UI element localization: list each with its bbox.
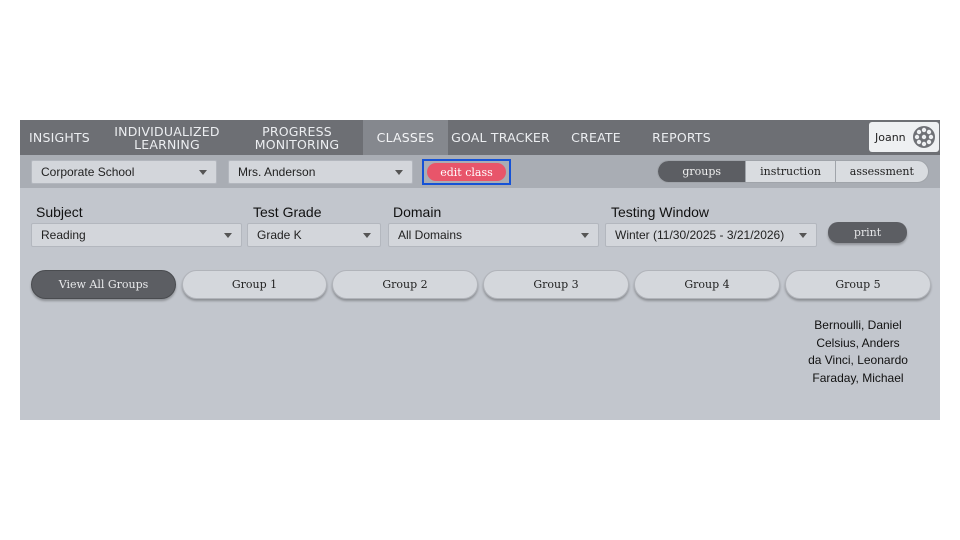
student-name: Faraday, Michael xyxy=(812,370,904,385)
nav-item-label: PROGRESS xyxy=(262,123,332,139)
subject-select-value: Reading xyxy=(41,228,86,242)
tab-group-2[interactable]: Group 2 xyxy=(332,270,478,299)
nav-item-label: INDIVIDUALIZED xyxy=(114,123,220,139)
teacher-select-value: Mrs. Anderson xyxy=(238,165,316,179)
test-grade-select[interactable]: Grade K xyxy=(247,223,381,247)
tab-group-4[interactable]: Group 4 xyxy=(634,270,780,299)
edit-class-highlight: edit class xyxy=(422,159,511,185)
nav-item-label: CREATE xyxy=(571,130,621,145)
domain-select-value: All Domains xyxy=(398,228,463,242)
nav-item-label: GOAL TRACKER xyxy=(451,130,550,145)
student-name: Bernoulli, Daniel xyxy=(814,318,902,332)
classes-page: INSIGHTS INDIVIDUALIZED LEARNING PROGRES… xyxy=(20,120,940,420)
group-5-student-list: Bernoulli, Daniel Celsius, Anders da Vin… xyxy=(790,317,926,387)
chevron-down-icon xyxy=(799,233,807,238)
teacher-select[interactable]: Mrs. Anderson xyxy=(228,160,413,184)
domain-select[interactable]: All Domains xyxy=(388,223,599,247)
student-name: da Vinci, Leonardo xyxy=(808,353,908,367)
nav-item-label: INSIGHTS xyxy=(29,130,90,145)
student-name: Celsius, Anders xyxy=(816,335,900,350)
print-button[interactable]: print xyxy=(828,222,907,243)
nav-item-insights[interactable]: INSIGHTS xyxy=(20,120,99,155)
top-nav: INSIGHTS INDIVIDUALIZED LEARNING PROGRES… xyxy=(20,120,940,155)
testing-window-select-value: Winter (11/30/2025 - 3/21/2026) xyxy=(615,228,785,242)
view-mode-assessment[interactable]: assessment xyxy=(836,161,928,182)
nav-item-label: LEARNING xyxy=(134,136,200,152)
nav-item-individualized-learning[interactable]: INDIVIDUALIZED LEARNING xyxy=(108,120,226,155)
school-select[interactable]: Corporate School xyxy=(31,160,217,184)
tab-view-all-groups[interactable]: View All Groups xyxy=(31,270,176,299)
school-select-value: Corporate School xyxy=(41,165,135,179)
chevron-down-icon xyxy=(224,233,232,238)
edit-class-button[interactable]: edit class xyxy=(427,163,506,181)
nav-item-create[interactable]: CREATE xyxy=(563,120,629,155)
nav-item-classes[interactable]: CLASSES xyxy=(363,120,448,155)
nav-item-label: CLASSES xyxy=(376,130,435,145)
tab-group-1[interactable]: Group 1 xyxy=(182,270,327,299)
view-mode-toggle: groups instruction assessment xyxy=(657,160,929,183)
user-menu[interactable]: Joann xyxy=(869,122,939,152)
tab-group-5[interactable]: Group 5 xyxy=(785,270,931,299)
nav-item-progress-monitoring[interactable]: PROGRESS MONITORING xyxy=(243,120,351,155)
nav-item-goal-tracker[interactable]: GOAL TRACKER xyxy=(448,120,553,155)
test-grade-label: Test Grade xyxy=(253,204,322,220)
nav-item-label: MONITORING xyxy=(254,136,340,152)
testing-window-select[interactable]: Winter (11/30/2025 - 3/21/2026) xyxy=(605,223,817,247)
domain-label: Domain xyxy=(393,204,442,220)
chevron-down-icon xyxy=(581,233,589,238)
gear-avatar-icon xyxy=(913,126,935,148)
view-mode-instruction[interactable]: instruction xyxy=(746,161,836,182)
chevron-down-icon xyxy=(199,170,207,175)
nav-item-label: REPORTS xyxy=(652,130,711,145)
testing-window-label: Testing Window xyxy=(611,204,710,220)
subject-label: Subject xyxy=(36,204,83,220)
test-grade-select-value: Grade K xyxy=(257,228,302,242)
class-toolbar: Corporate School Mrs. Anderson edit clas… xyxy=(20,155,940,188)
chevron-down-icon xyxy=(363,233,371,238)
user-name: Joann xyxy=(875,130,906,144)
subject-select[interactable]: Reading xyxy=(31,223,242,247)
chevron-down-icon xyxy=(395,170,403,175)
nav-item-reports[interactable]: REPORTS xyxy=(645,120,718,155)
tab-group-3[interactable]: Group 3 xyxy=(483,270,629,299)
view-mode-groups[interactable]: groups xyxy=(658,161,747,182)
